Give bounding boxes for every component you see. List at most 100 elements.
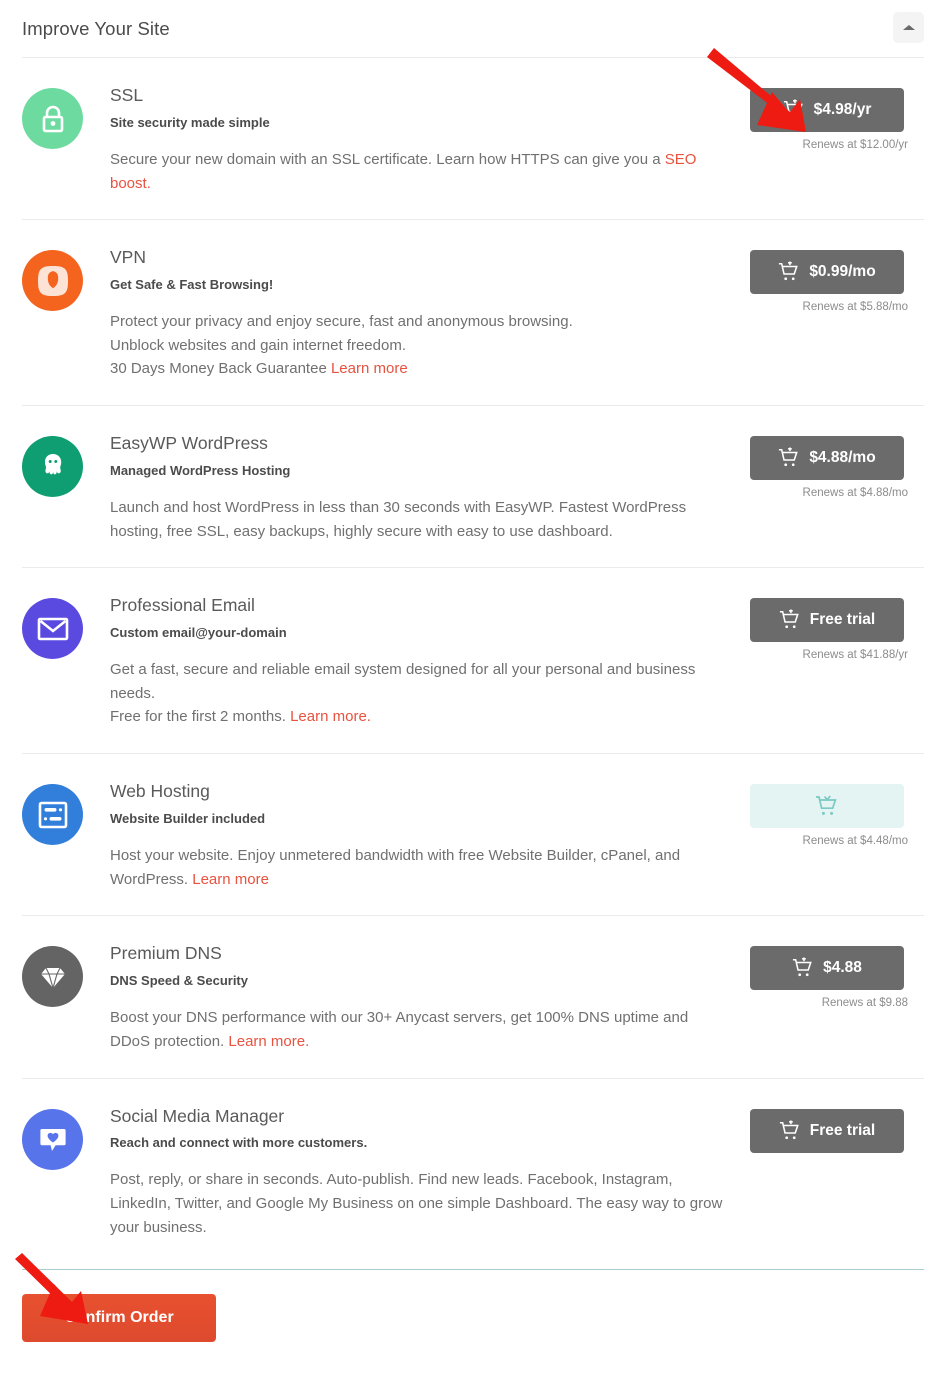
lock-icon	[22, 88, 83, 149]
product-description-text: Boost your DNS performance with our 30+ …	[110, 1009, 689, 1050]
product-learn-more-link[interactable]: Learn more	[192, 871, 269, 888]
product-text: VPN Get Safe & Fast Browsing! Protect your…	[110, 246, 750, 381]
product-tagline: Get Safe & Fast Browsing!	[110, 276, 274, 292]
product-text: Web Hosting Website Builder included Host …	[110, 780, 750, 891]
webhosting-buy-button[interactable]	[750, 784, 904, 829]
cart-check-icon	[815, 794, 839, 818]
product-name: Web Hosting	[110, 781, 210, 802]
product-tagline: Managed WordPress Hosting	[110, 462, 291, 478]
product-description-text: Post, reply, or share in seconds. Auto-p…	[110, 1171, 723, 1236]
product-icon-container	[22, 246, 110, 312]
heart-bubble-icon	[22, 1108, 83, 1170]
product-text: Premium DNS DNS Speed & Security Boost you…	[110, 942, 750, 1053]
product-text: Social Media Manager Reach and connect wi…	[110, 1105, 750, 1240]
product-row: Social Media Manager Reach and connect wi…	[22, 1077, 924, 1264]
email-buy-button[interactable]: Free trial	[750, 598, 904, 643]
panel-footer: Confirm Order	[0, 1269, 946, 1343]
product-description: Boost your DNS performance with our 30+ …	[110, 1006, 730, 1053]
product-text: Professional Email Custom email@your-doma…	[110, 594, 750, 729]
product-icon-container	[22, 1105, 110, 1170]
product-purchase-area: $4.98/yr Renews at $12.00/yr	[750, 84, 910, 151]
product-purchase-area: $4.88/mo Renews at $4.88/mo	[750, 432, 910, 499]
product-icon-container	[22, 594, 110, 660]
product-purchase-area: Free trial Renews at $41.88/yr	[750, 594, 910, 661]
buy-button-label: $4.98/yr	[813, 101, 872, 118]
product-description: Post, reply, or share in seconds. Auto-p…	[110, 1168, 730, 1239]
buy-button-label: $0.99/mo	[809, 263, 876, 281]
panel-header: Improve Your Site	[0, 0, 946, 57]
product-description-text: Get a fast, secure and reliable email sy…	[110, 661, 696, 726]
page-title: Improve Your Site	[22, 17, 170, 39]
product-description: Get a fast, secure and reliable email sy…	[110, 658, 730, 729]
buy-button-label: Free trial	[809, 611, 876, 629]
product-list: SSL Site security made simple Secure your …	[0, 57, 946, 1263]
cart-plus-icon	[783, 99, 805, 121]
product-learn-more-link[interactable]: Learn more.	[228, 1033, 309, 1050]
server-icon	[22, 784, 83, 846]
product-text: SSL Site security made simple Secure your …	[110, 84, 750, 195]
product-learn-more-link[interactable]: Learn more.	[290, 708, 371, 725]
product-name: Social Media Manager	[110, 1105, 285, 1126]
renewal-price-text: Renews at $9.88	[821, 997, 908, 1010]
product-description: Host your website. Enjoy unmetered bandw…	[110, 844, 730, 891]
product-icon-container	[22, 942, 110, 1008]
product-description: Secure your new domain with an SSL certi…	[110, 148, 730, 195]
product-tagline: Custom email@your-domain	[110, 624, 287, 640]
renewal-price-text: Renews at $12.00/yr	[802, 139, 908, 151]
octopus-icon	[22, 436, 83, 498]
product-description: Launch and host WordPress in less than 3…	[110, 496, 730, 543]
product-icon-container	[22, 780, 110, 846]
buy-button-label: Free trial	[809, 1121, 876, 1139]
product-row: Professional Email Custom email@your-doma…	[22, 567, 924, 753]
footer-divider	[22, 1269, 924, 1271]
product-tagline: Reach and connect with more customers.	[110, 1135, 368, 1151]
product-name: VPN	[110, 247, 146, 268]
buy-button-label: $4.88	[823, 959, 862, 977]
product-row: Premium DNS DNS Speed & Security Boost you…	[22, 915, 924, 1077]
premiumdns-buy-button[interactable]: $4.88	[750, 946, 904, 991]
cart-plus-icon	[792, 957, 814, 979]
cart-plus-icon	[778, 447, 800, 469]
product-purchase-area: Free trial	[750, 1105, 910, 1153]
product-icon-container	[22, 84, 110, 149]
product-name: Premium DNS	[110, 943, 222, 964]
caret-up-icon	[902, 25, 915, 30]
product-name: SSL	[110, 85, 144, 105]
product-text: EasyWP WordPress Managed WordPress Hostin…	[110, 432, 750, 543]
easywp-buy-button[interactable]: $4.88/mo	[750, 436, 904, 481]
product-row: VPN Get Safe & Fast Browsing! Protect your…	[22, 219, 924, 405]
improve-your-site-panel: Improve Your Site SSL Site security made …	[0, 0, 946, 1396]
renewal-price-text: Renews at $5.88/mo	[802, 301, 908, 314]
cart-plus-icon	[779, 609, 801, 631]
product-name: Professional Email	[110, 595, 255, 616]
product-purchase-area: $0.99/mo Renews at $5.88/mo	[750, 246, 910, 313]
vpn-shield-icon	[22, 250, 83, 312]
collapse-panel-button[interactable]	[893, 12, 924, 43]
product-description-text: Secure your new domain with an SSL certi…	[110, 150, 665, 168]
product-tagline: Site security made simple	[110, 114, 270, 130]
renewal-price-text: Renews at $41.88/yr	[802, 649, 908, 662]
product-row: EasyWP WordPress Managed WordPress Hostin…	[22, 405, 924, 567]
product-tagline: DNS Speed & Security	[110, 972, 248, 988]
envelope-icon	[22, 598, 83, 660]
cart-plus-icon	[779, 1119, 801, 1142]
product-tagline: Website Builder included	[110, 810, 266, 826]
product-name: EasyWP WordPress	[110, 433, 268, 454]
product-description-text: Launch and host WordPress in less than 3…	[110, 498, 687, 540]
confirm-order-button[interactable]: Confirm Order	[22, 1294, 216, 1343]
product-row: Web Hosting Website Builder included Host …	[22, 753, 924, 915]
product-learn-more-link[interactable]: Learn more	[331, 360, 408, 377]
product-purchase-area: Renews at $4.48/mo	[750, 780, 910, 847]
product-description: Protect your privacy and enjoy secure, f…	[110, 310, 730, 381]
renewal-price-text: Renews at $4.48/mo	[802, 835, 908, 848]
product-icon-container	[22, 432, 110, 498]
buy-button-label: $4.88/mo	[809, 449, 876, 467]
product-row: SSL Site security made simple Secure your …	[22, 57, 924, 219]
renewal-price-text: Renews at $4.88/mo	[802, 487, 908, 500]
product-purchase-area: $4.88 Renews at $9.88	[750, 942, 910, 1009]
ssl-buy-button[interactable]: $4.98/yr	[750, 88, 904, 132]
socialmedia-buy-button[interactable]: Free trial	[750, 1108, 904, 1153]
diamond-icon	[22, 946, 83, 1008]
cart-plus-icon	[778, 261, 800, 283]
vpn-buy-button[interactable]: $0.99/mo	[750, 250, 904, 295]
